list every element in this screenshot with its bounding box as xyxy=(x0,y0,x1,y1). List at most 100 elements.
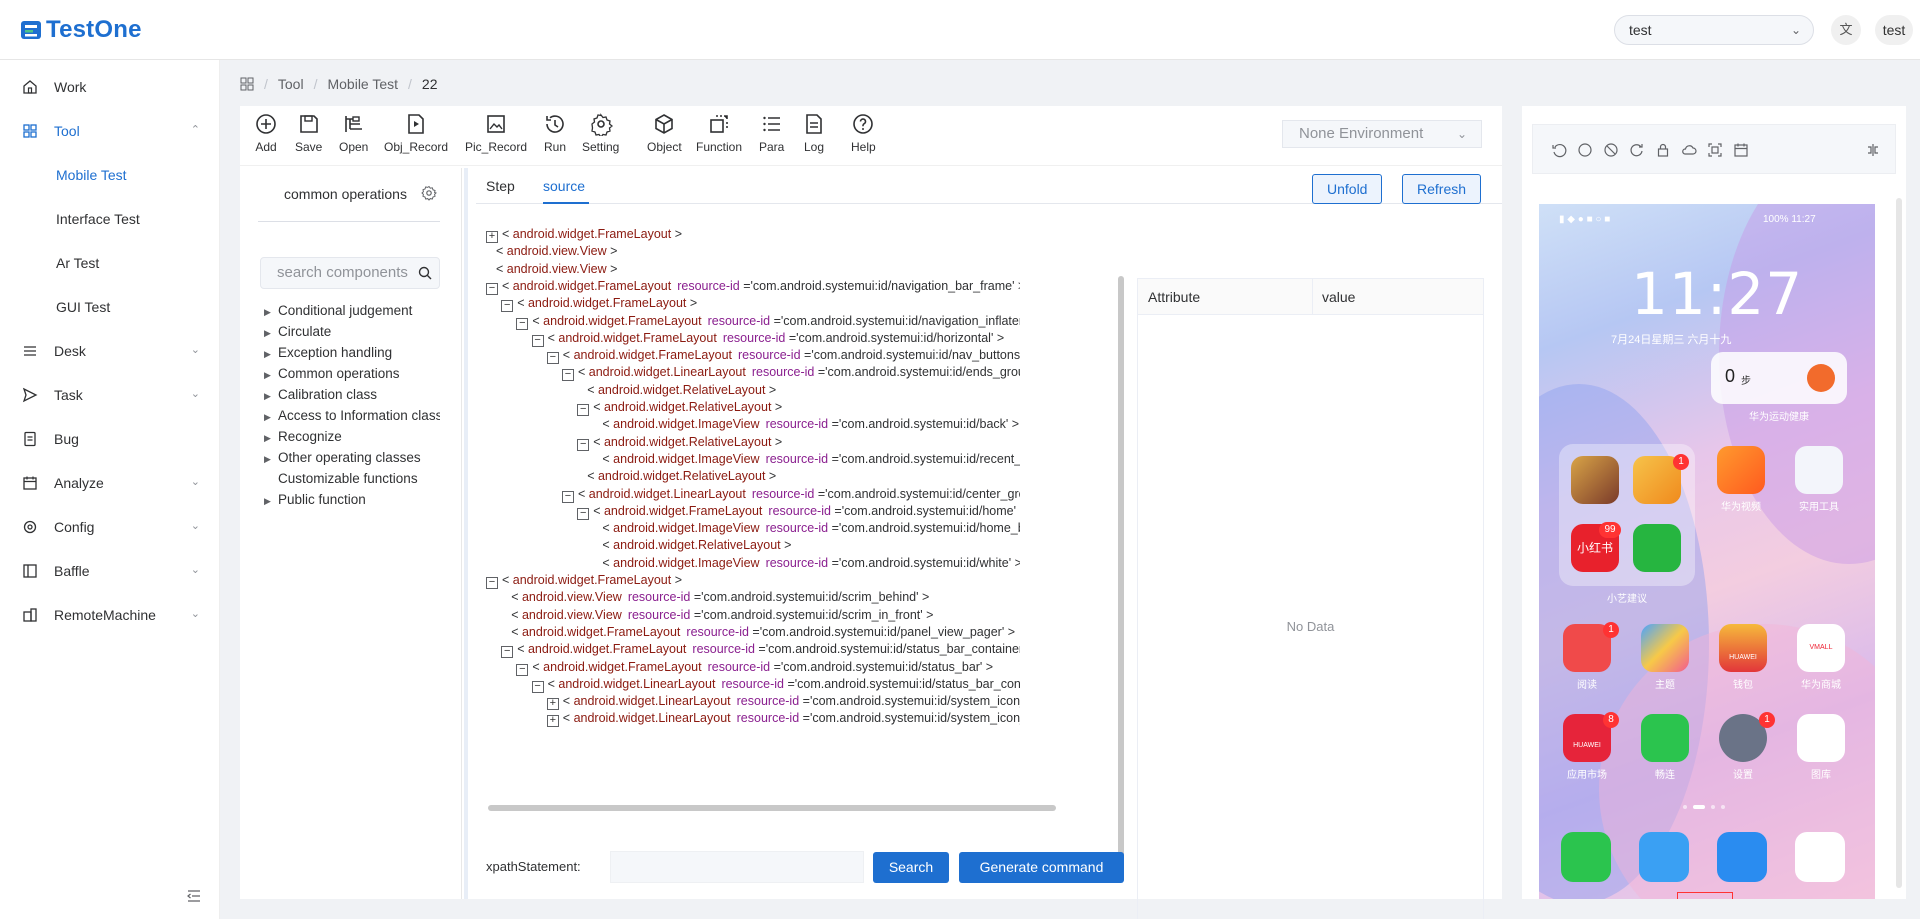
search-button[interactable]: Search xyxy=(873,852,949,883)
xml-bracket: > xyxy=(771,434,783,449)
sidebar-subitem-gui-test[interactable]: GUI Test xyxy=(0,285,220,329)
function-button[interactable]: Function xyxy=(696,112,742,154)
screenshot-icon[interactable] xyxy=(1707,142,1723,158)
breadcrumb-tool[interactable]: Tool xyxy=(278,76,304,92)
xml-equals: = xyxy=(828,417,839,432)
collapse-icon[interactable]: − xyxy=(546,352,559,365)
gear-icon[interactable] xyxy=(421,185,437,201)
refresh-button[interactable]: Refresh xyxy=(1402,174,1482,204)
notification-badge: 1 xyxy=(1603,622,1619,638)
collapse-icon[interactable]: − xyxy=(577,438,590,451)
gallery-app-icon[interactable] xyxy=(1797,714,1845,762)
help-button[interactable]: Help xyxy=(851,112,876,154)
messages-app-icon[interactable] xyxy=(1639,832,1689,882)
xml-node[interactable]: + < android.widget.LinearLayout resource-i… xyxy=(546,708,1020,729)
tree-item-public-function[interactable]: ▶ Public function xyxy=(264,487,440,513)
meetime-app-icon[interactable] xyxy=(1641,714,1689,762)
step-unit: 步 xyxy=(1741,376,1751,387)
xml-vertical-scrollbar[interactable] xyxy=(1118,276,1124,866)
collapse-icon[interactable]: − xyxy=(501,300,514,313)
sidebar-item-desk[interactable]: Desk ⌄ xyxy=(0,329,220,373)
sidebar-item-analyze[interactable]: Analyze ⌄ xyxy=(0,461,220,505)
wallet-app-icon[interactable]: HUAWEI xyxy=(1719,624,1767,672)
setting-button[interactable]: Setting xyxy=(582,112,619,154)
sidebar-item-remotemachine[interactable]: RemoteMachine ⌄ xyxy=(0,593,220,637)
collapse-icon[interactable]: − xyxy=(562,369,574,382)
components-search-input[interactable]: search components xyxy=(260,257,440,289)
collapse-icon[interactable]: − xyxy=(516,317,529,330)
project-select[interactable]: test ⌄ xyxy=(1614,15,1814,45)
tree-item-label: Circulate xyxy=(278,324,332,339)
translate-button[interactable]: 文 xyxy=(1831,15,1861,45)
sidebar-item-task[interactable]: Task ⌄ xyxy=(0,373,220,417)
environment-select[interactable]: None Environment ⌄ xyxy=(1282,120,1482,148)
add-button[interactable]: Add xyxy=(254,112,278,154)
app-name: TestOne xyxy=(46,16,142,43)
themes-app-icon[interactable] xyxy=(1641,624,1689,672)
device-screen[interactable]: ▮ ◆ ● ■ ○ ■ 100% 11:27 11:27 7月24日星期三 六月… xyxy=(1539,204,1875,899)
xml-attr-value: 'com.android.systemui:id/navigation_infl… xyxy=(780,313,1020,328)
unfold-button[interactable]: Unfold xyxy=(1312,174,1383,204)
logo[interactable]: TestOne xyxy=(20,16,142,44)
user-avatar[interactable]: test xyxy=(1875,15,1913,45)
health-widget[interactable]: 0 步 xyxy=(1711,352,1847,404)
camera-app-icon[interactable] xyxy=(1795,832,1845,882)
generate-command-button[interactable]: Generate command xyxy=(959,852,1124,883)
expand-icon[interactable]: + xyxy=(546,715,559,728)
vmall-app-icon[interactable]: VMALL xyxy=(1797,624,1845,672)
cloud-icon[interactable] xyxy=(1681,142,1697,158)
xml-bracket: > xyxy=(771,400,783,414)
wechat-app-icon[interactable] xyxy=(1633,524,1681,572)
sidebar-item-label: Config xyxy=(54,519,95,535)
panel-resize-handle[interactable] xyxy=(464,168,468,899)
collapse-icon[interactable]: − xyxy=(531,680,544,693)
no-touch-icon[interactable] xyxy=(1603,142,1619,158)
sidebar-subitem-interface-test[interactable]: Interface Test xyxy=(0,197,220,241)
tab-source[interactable]: source xyxy=(543,178,585,194)
collapse-icon[interactable]: − xyxy=(501,646,514,659)
open-icon xyxy=(344,116,362,132)
run-button[interactable]: Run xyxy=(543,112,567,154)
xml-attr-value: 'com.android.systemui:id/recent_apps' xyxy=(838,451,1020,466)
collapse-icon[interactable]: − xyxy=(531,334,544,347)
sidebar-item-tool[interactable]: Tool ⌃ xyxy=(0,109,220,153)
para-button[interactable]: Para xyxy=(759,112,784,154)
apps-icon[interactable] xyxy=(240,77,254,91)
breadcrumb-mobile-test[interactable]: Mobile Test xyxy=(327,76,398,92)
phone-app-icon[interactable] xyxy=(1561,832,1611,882)
collapse-icon[interactable]: − xyxy=(516,663,529,676)
collapse-sidebar-button[interactable] xyxy=(186,888,206,908)
utilities-app-icon[interactable] xyxy=(1795,446,1843,494)
rotate-icon[interactable] xyxy=(1629,142,1645,158)
pic-record-button[interactable]: Pic_Record xyxy=(465,112,527,154)
collapse-icon[interactable]: − xyxy=(577,507,590,520)
save-button[interactable]: Save xyxy=(295,112,322,154)
calendar-icon[interactable] xyxy=(1733,142,1749,158)
collapse-icon[interactable]: − xyxy=(577,404,590,416)
xml-horizontal-scrollbar[interactable] xyxy=(488,805,1056,811)
collapse-icon[interactable]: − xyxy=(486,282,498,295)
object-button[interactable]: Object xyxy=(647,112,682,154)
sidebar-item-baffle[interactable]: Baffle ⌄ xyxy=(0,549,220,593)
sidebar-subitem-mobile-test[interactable]: Mobile Test xyxy=(0,153,220,197)
lock-icon[interactable] xyxy=(1655,142,1671,158)
browser-app-icon[interactable] xyxy=(1717,832,1767,882)
obj-record-button[interactable]: Obj_Record xyxy=(384,112,448,154)
sidebar-item-config[interactable]: Config ⌄ xyxy=(0,505,220,549)
game-app-icon[interactable] xyxy=(1571,456,1619,504)
document-icon xyxy=(22,431,38,447)
sidebar-subitem-ar-test[interactable]: Ar Test xyxy=(0,241,220,285)
tab-step[interactable]: Step xyxy=(486,178,515,194)
open-button[interactable]: Open xyxy=(339,112,368,154)
log-button[interactable]: Log xyxy=(802,112,826,154)
sidebar-item-bug[interactable]: Bug xyxy=(0,417,220,461)
xpath-input[interactable] xyxy=(610,851,864,883)
undo-icon[interactable] xyxy=(1551,142,1567,158)
device-scrollbar[interactable] xyxy=(1896,198,1902,888)
huawei-video-app-icon[interactable] xyxy=(1717,446,1765,494)
collapse-icon[interactable]: − xyxy=(562,490,574,503)
split-view-icon[interactable] xyxy=(1865,142,1881,158)
sidebar-item-work[interactable]: Work xyxy=(0,65,220,109)
circle-icon[interactable] xyxy=(1577,142,1593,158)
collapse-icon[interactable]: − xyxy=(486,577,498,589)
